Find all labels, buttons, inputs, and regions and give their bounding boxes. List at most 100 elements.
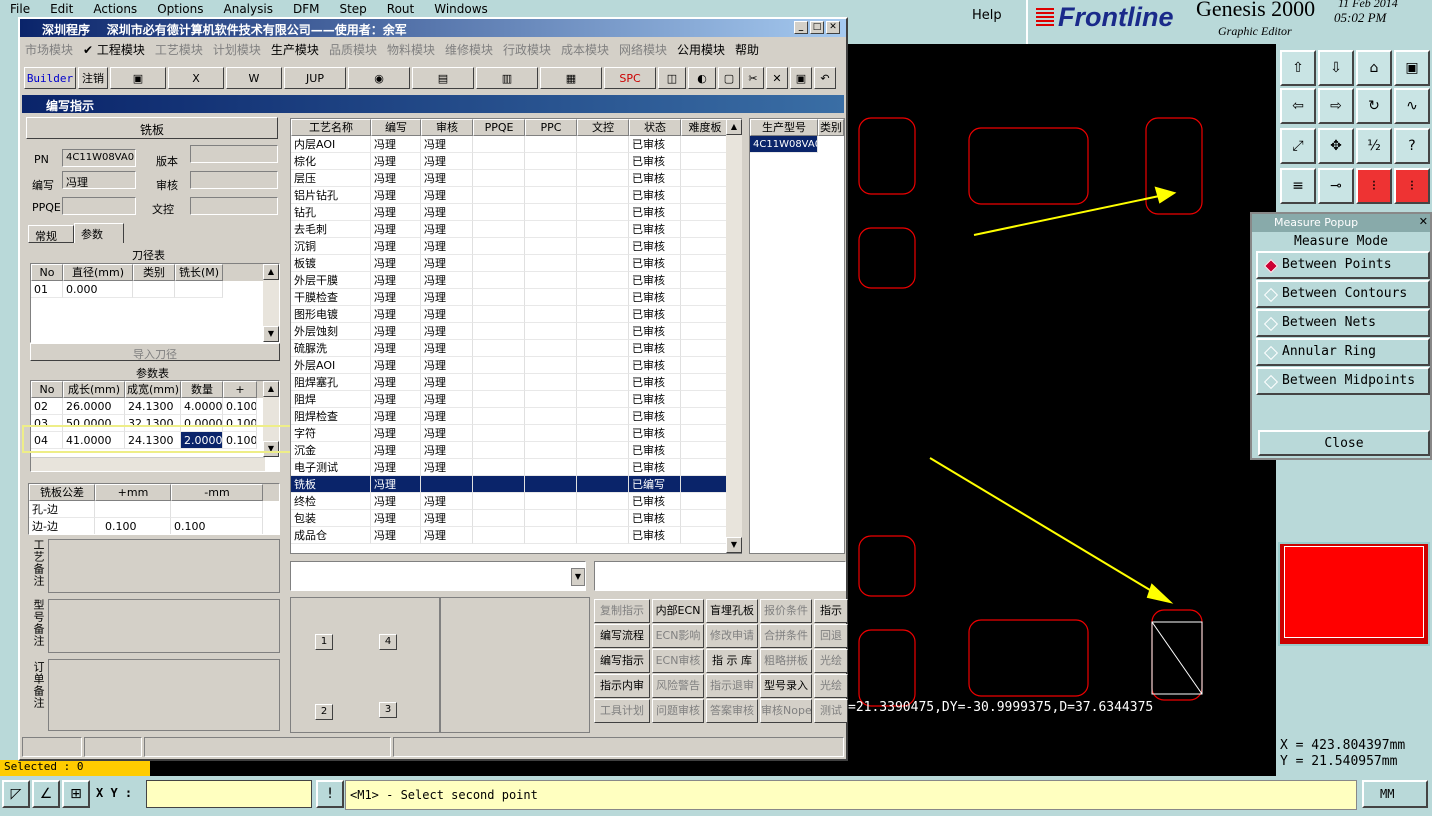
table-row[interactable]: 硫脲洗 冯理 冯理 已审核	[291, 340, 741, 357]
action-button[interactable]: 型号录入	[760, 674, 812, 698]
select-icon[interactable]: ◸	[2, 780, 30, 808]
version-field[interactable]	[190, 145, 278, 163]
action-button[interactable]: 回退	[814, 624, 848, 648]
menu-module-10[interactable]: 网络模块	[614, 39, 672, 59]
table-row[interactable]: 字符 冯理 冯理 已审核	[291, 425, 741, 442]
toolbar-button-14[interactable]: ✂	[742, 67, 764, 89]
table-row[interactable]: 4C11W08VA0	[750, 136, 844, 153]
table-row[interactable]: 孔-边	[29, 501, 279, 518]
action-button[interactable]: 复制指示	[594, 599, 650, 623]
tool-ratio-icon[interactable]: ½	[1356, 128, 1392, 164]
action-button[interactable]: 报价条件	[760, 599, 812, 623]
option-annular-ring[interactable]: Annular Ring	[1256, 338, 1430, 366]
option-between-nets[interactable]: Between Nets	[1256, 309, 1430, 337]
menu-module-1[interactable]: ✔ 工程模块	[78, 39, 150, 59]
table-row[interactable]: 层压 冯理 冯理 已审核	[291, 170, 741, 187]
author-field[interactable]: 冯理	[62, 171, 136, 189]
menu-module-0[interactable]: 市场模块	[20, 39, 78, 59]
toolbar-button-1[interactable]: 注销	[78, 67, 108, 89]
toolbar-button-4[interactable]: W	[226, 67, 282, 89]
table-row[interactable]: 内层AOI 冯理 冯理 已审核	[291, 136, 741, 153]
action-button[interactable]: 工具计划	[594, 699, 650, 723]
table-row[interactable]: 棕化 冯理 冯理 已审核	[291, 153, 741, 170]
table-row[interactable]: 终检 冯理 冯理 已审核	[291, 493, 741, 510]
minimize-icon[interactable]: _	[794, 21, 808, 34]
tool-wave-icon[interactable]: ∿	[1394, 88, 1430, 124]
tool-home-icon[interactable]: ⌂	[1356, 50, 1392, 86]
action-button[interactable]: 测试	[814, 699, 848, 723]
ppqe-field[interactable]	[62, 197, 136, 215]
tool-right-icon[interactable]: ⇨	[1318, 88, 1354, 124]
tool-up-icon[interactable]: ⇧	[1280, 50, 1316, 86]
table-row[interactable]: 边-边 0.100 0.100	[29, 518, 279, 534]
table-row[interactable]: 外层AOI 冯理 冯理 已审核	[291, 357, 741, 374]
toolbar-button-12[interactable]: ◐	[688, 67, 716, 89]
action-button[interactable]: 问题审核	[652, 699, 704, 723]
tool-scrollbar[interactable]: ▲ ▼	[263, 264, 279, 342]
layer-preview[interactable]	[1278, 542, 1430, 646]
action-button[interactable]: ECN审核	[652, 649, 704, 673]
table-row[interactable]: 沉铜 冯理 冯理 已审核	[291, 238, 741, 255]
action-button[interactable]: 光绘	[814, 674, 848, 698]
table-row[interactable]: 铣板 冯理 已编写	[291, 476, 741, 493]
chevron-down-icon[interactable]: ▼	[571, 568, 585, 586]
num-button[interactable]: 3	[379, 702, 397, 718]
toolbar-button-3[interactable]: X	[168, 67, 224, 89]
scroll-up-icon[interactable]: ▲	[263, 264, 279, 280]
action-button[interactable]: 指 示 库	[706, 649, 758, 673]
tool-settings-icon[interactable]: ≡	[1280, 168, 1316, 204]
table-row[interactable]: 图形电镀 冯理 冯理 已审核	[291, 306, 741, 323]
process-table[interactable]: 工艺名称 编写 审核 PPQE PPC 文控 状态 难度板 内层AOI 冯理 冯理 已审核 棕化 冯理冯…	[290, 118, 742, 554]
tab-params[interactable]: 参数	[74, 223, 124, 243]
action-button[interactable]: 合拼条件	[760, 624, 812, 648]
action-button[interactable]: 风险警告	[652, 674, 704, 698]
toolbar-button-7[interactable]: ▤	[412, 67, 474, 89]
menu-module-11[interactable]: 公用模块	[672, 39, 730, 59]
tool-rotate-icon[interactable]: ↻	[1356, 88, 1392, 124]
toolbar-button-11[interactable]: ◫	[658, 67, 686, 89]
table-row[interactable]: 阻焊塞孔 冯理 冯理 已审核	[291, 374, 741, 391]
doc-field[interactable]	[190, 197, 278, 215]
detail-field[interactable]	[594, 561, 846, 591]
action-button[interactable]: 编写指示	[594, 649, 650, 673]
action-button[interactable]: 答案审核	[706, 699, 758, 723]
toolbar-button-15[interactable]: ✕	[766, 67, 788, 89]
table-row[interactable]: 02 26.0000 24.1300 4.0000 0.100	[31, 398, 279, 415]
tool-down-icon[interactable]: ⇩	[1318, 50, 1354, 86]
scroll-down-icon[interactable]: ▼	[263, 326, 279, 342]
action-button[interactable]: 光绘	[814, 649, 848, 673]
toolbar-button-10[interactable]: SPC	[604, 67, 656, 89]
tool-left-icon[interactable]: ⇦	[1280, 88, 1316, 124]
tool-fit-icon[interactable]: ⤢	[1280, 128, 1316, 164]
scroll-up-icon[interactable]: ▲	[263, 381, 279, 397]
table-row[interactable]: 成品仓 冯理 冯理 已审核	[291, 527, 741, 544]
num-button[interactable]: 4	[379, 634, 397, 650]
pn-field[interactable]: 4C11W08VA0	[62, 149, 136, 167]
toolbar-button-0[interactable]: Builder	[24, 67, 76, 89]
table-row[interactable]: 钻孔 冯理 冯理 已审核	[291, 204, 741, 221]
unit-select[interactable]: MM	[1362, 780, 1428, 808]
note2-field[interactable]	[48, 599, 280, 653]
menu-module-3[interactable]: 计划模块	[208, 39, 266, 59]
scroll-up-icon[interactable]: ▲	[726, 119, 742, 135]
action-button[interactable]: 修改申请	[706, 624, 758, 648]
num-button[interactable]: 1	[315, 634, 333, 650]
toolbar-button-16[interactable]: ▣	[790, 67, 812, 89]
table-row[interactable]: 电子测试 冯理 冯理 已审核	[291, 459, 741, 476]
table-row[interactable]: 去毛刺 冯理 冯理 已审核	[291, 221, 741, 238]
angle-icon[interactable]: ∠	[32, 780, 60, 808]
toolbar-button-9[interactable]: ▦	[540, 67, 602, 89]
menu-module-9[interactable]: 成本模块	[556, 39, 614, 59]
table-row[interactable]: 阻焊 冯理 冯理 已审核	[291, 391, 741, 408]
tool-traffic2-icon[interactable]: ⁝	[1394, 168, 1430, 204]
table-row[interactable]: 干膜检查 冯理 冯理 已审核	[291, 289, 741, 306]
menu-module-2[interactable]: 工艺模块	[150, 39, 208, 59]
action-button[interactable]: 指示退审	[706, 674, 758, 698]
menu-help[interactable]: Help	[972, 8, 1002, 23]
action-button[interactable]: 指示内审	[594, 674, 650, 698]
action-button[interactable]: 粗略拼板	[760, 649, 812, 673]
option-between-points[interactable]: Between Points	[1256, 251, 1430, 279]
xy-input[interactable]	[146, 780, 312, 808]
menu-module-7[interactable]: 维修模块	[440, 39, 498, 59]
table-row[interactable]: 沉金 冯理 冯理 已审核	[291, 442, 741, 459]
